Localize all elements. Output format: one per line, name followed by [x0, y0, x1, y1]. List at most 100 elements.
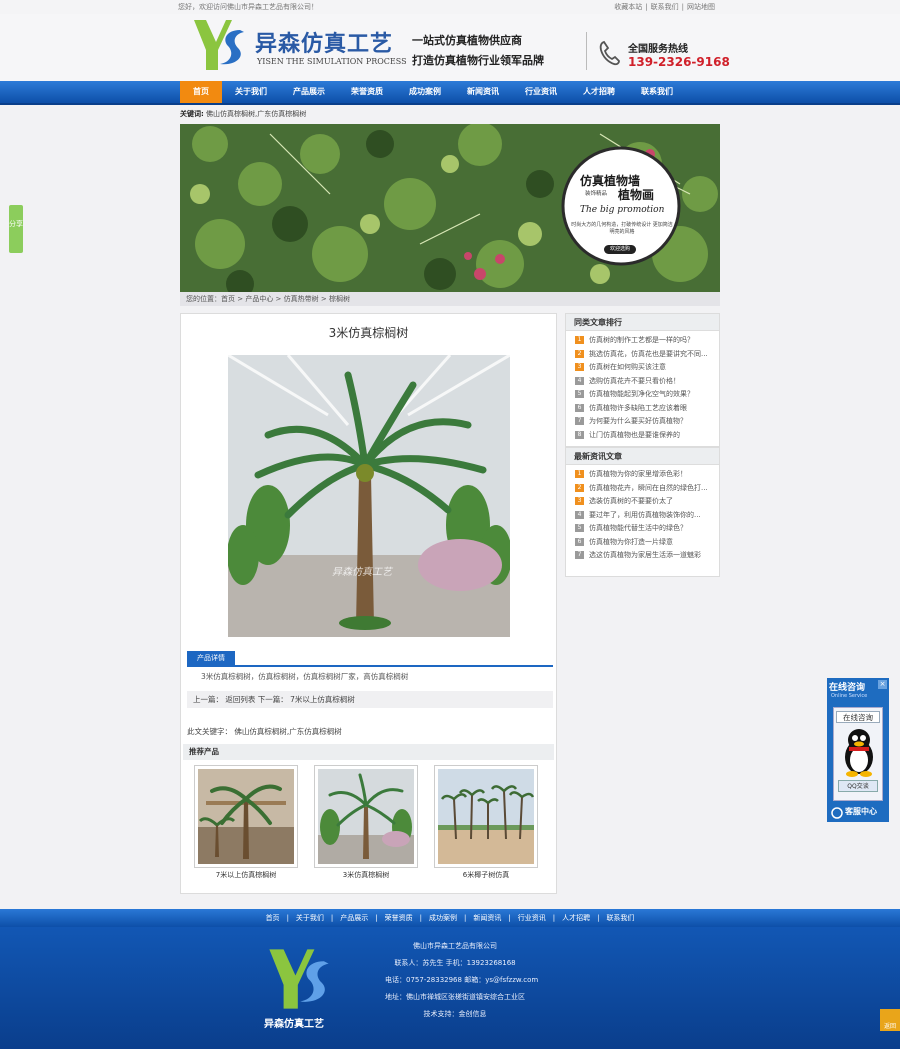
recommended-product-name[interactable]: 7米以上仿真棕榈树 — [194, 870, 298, 880]
nav-item-industry[interactable]: 行业资讯 — [512, 81, 570, 103]
hero-banner[interactable]: 仿真植物墙 装饰精品 植物画 The big promotion 时尚大方的几何… — [180, 124, 720, 292]
hot-article-link[interactable]: 让门仿真植物也是要谁保养的 — [589, 431, 680, 439]
nav-item-cases[interactable]: 成功案例 — [396, 81, 454, 103]
footer-nav-item-about[interactable]: 关于我们 — [289, 914, 331, 922]
recommended-product-card[interactable] — [314, 765, 418, 868]
logo-name: 异森仿真工艺 — [255, 31, 394, 57]
nav-item-news[interactable]: 新闻资讯 — [454, 81, 512, 103]
rank-badge: 1 — [575, 470, 584, 478]
hot-article-item[interactable]: 6 仿真植物许多缺陷工艺应该着眼 — [575, 402, 713, 416]
recommended-product-image — [318, 769, 414, 864]
hot-article-item[interactable]: 3 仿真树在如何购买该注意 — [575, 361, 713, 375]
recommended-product-name[interactable]: 3米仿真棕榈树 — [314, 870, 418, 880]
news-article-item[interactable]: 5 仿真植物能代替生活中的绿色？ — [575, 522, 713, 536]
footer-nav-item-products[interactable]: 产品展示 — [333, 914, 375, 922]
hot-article-link[interactable]: 仿真树在如何购买该注意 — [589, 363, 666, 371]
nav-item-jobs[interactable]: 人才招聘 — [570, 81, 628, 103]
contact-link[interactable]: 联系我们 — [648, 3, 682, 11]
recommended-product-name[interactable]: 6米椰子树仿真 — [434, 870, 538, 880]
nav-item-about[interactable]: 关于我们 — [222, 81, 280, 103]
recommended-product-card[interactable] — [194, 765, 298, 868]
latest-news-panel: 最新资讯文章 1 仿真植物为你的家里增添色彩！ 2 仿真植物花卉，瞬间在自然的绿色打.… — [565, 447, 720, 577]
penguin-icon — [845, 729, 873, 777]
recommended-product-card[interactable] — [434, 765, 538, 868]
hot-article-link[interactable]: 仿真植物许多缺陷工艺应该着眼 — [589, 404, 687, 412]
image-watermark: 异森仿真工艺 — [332, 567, 392, 578]
footer-nav-item-contact[interactable]: 联系我们 — [599, 914, 641, 922]
footer-company-name: 佛山市异森工艺品有限公司 — [413, 942, 497, 950]
news-article-item[interactable]: 7 选这仿真植物为家居生活添一道魅彩 — [575, 549, 713, 563]
product-image[interactable]: 异森仿真工艺 — [228, 355, 510, 637]
footer-nav-item-industry[interactable]: 行业资讯 — [511, 914, 553, 922]
rank-badge: 3 — [575, 497, 584, 505]
news-article-item[interactable]: 4 要过年了，利用仿真植物装饰你的... — [575, 509, 713, 523]
footer-address: 地址：佛山市禅城区张槎街道镇安综合工业区 — [385, 993, 525, 1001]
hot-article-item[interactable]: 4 选购仿真花卉不要只看价格！ — [575, 375, 713, 389]
rank-badge: 3 — [575, 363, 584, 371]
nav-item-products[interactable]: 产品展示 — [280, 81, 338, 103]
bookmark-link[interactable]: 收藏本站 — [611, 3, 645, 11]
banner-title-2: 植物画 — [618, 188, 655, 202]
rank-badge: 2 — [575, 483, 584, 492]
palm-tree-photo — [228, 355, 510, 637]
news-article-link[interactable]: 选这仿真植物为家居生活添一道魅彩 — [589, 551, 701, 559]
online-consult-label: 在线咨询 — [836, 711, 880, 723]
news-article-item[interactable]: 3 选装仿真树的不要要价太了 — [575, 495, 713, 509]
hot-article-link[interactable]: 选购仿真花卉不要只看价格！ — [589, 377, 680, 385]
footer-nav-item-jobs[interactable]: 人才招聘 — [555, 914, 597, 922]
phone-icon — [599, 40, 620, 66]
close-icon[interactable]: × — [878, 680, 887, 689]
hot-article-item[interactable]: 5 仿真植物能起到净化空气的效果？ — [575, 388, 713, 402]
hot-articles-list: 1 仿真树的制作工艺都是一样的吗？ 2 挑选仿真花，仿真花也是要讲究不同... 3 仿真树… — [566, 331, 719, 446]
news-article-link[interactable]: 选装仿真树的不要要价太了 — [589, 497, 673, 505]
nav-item-honors[interactable]: 荣誉资质 — [338, 81, 396, 103]
news-article-item[interactable]: 2 仿真植物花卉，瞬间在自然的绿色打... — [575, 482, 713, 496]
rank-badge: 5 — [575, 524, 584, 532]
back-to-top-button[interactable]: 返回 — [880, 1009, 900, 1031]
hot-articles-panel: 同类文章排行 1 仿真树的制作工艺都是一样的吗？ 2 挑选仿真花，仿真花也是要讲究不同… — [565, 313, 720, 447]
hotline-label: 全国服务热线 — [628, 44, 688, 55]
footer-nav-item-cases[interactable]: 成功案例 — [422, 914, 464, 922]
prev-next-links[interactable]: 上一篇： 返回列表 下一篇： 7米以上仿真棕榈树 — [187, 691, 553, 708]
nav-item-home[interactable]: 首页 — [180, 81, 222, 103]
top-bar: 您好，欢迎访问佛山市异森工艺品有限公司！ 收藏本站 | 联系我们 | 网站地图 — [0, 0, 900, 14]
online-service-widget: 在线咨询 × Online Service 在线咨询 QQ交谈 客服中心 — [827, 678, 889, 822]
hot-article-link[interactable]: 仿真树的制作工艺都是一样的吗？ — [589, 336, 694, 344]
rank-badge: 2 — [575, 349, 584, 358]
keyword-value[interactable]: 佛山仿真棕榈树,广东仿真棕榈树 — [206, 110, 306, 118]
logo-icon[interactable] — [192, 18, 246, 72]
sitemap-link[interactable]: 网站地图 — [684, 3, 718, 11]
news-article-link[interactable]: 仿真植物花卉，瞬间在自然的绿色打... — [589, 484, 708, 492]
hot-articles-title: 同类文章排行 — [566, 314, 719, 331]
hot-article-link[interactable]: 挑选仿真花，仿真花也是要讲究不同... — [589, 350, 708, 358]
keyword-bar: 关键词: 佛山仿真棕榈树,广东仿真棕榈树 — [180, 107, 720, 122]
customer-service-label: 客服中心 — [845, 807, 877, 816]
rank-badge: 5 — [575, 390, 584, 398]
hot-article-item[interactable]: 1 仿真树的制作工艺都是一样的吗？ — [575, 334, 713, 348]
qq-chat-button[interactable]: QQ交谈 — [838, 780, 878, 792]
news-article-link[interactable]: 仿真植物能代替生活中的绿色？ — [589, 524, 687, 532]
footer-nav-item-news[interactable]: 新闻资讯 — [466, 914, 508, 922]
news-article-link[interactable]: 仿真植物为你的家里增添色彩！ — [589, 470, 687, 478]
news-article-item[interactable]: 6 仿真植物为你打造一片绿意 — [575, 536, 713, 550]
breadcrumb[interactable]: 您的位置：首页 > 产品中心 > 仿真热带树 > 棕榈树 — [180, 292, 720, 306]
tab-product-detail[interactable]: 产品详情 — [187, 651, 235, 665]
hot-article-link[interactable]: 为何要为什么要买好仿真植物？ — [589, 417, 687, 425]
footer-tech-support: 技术支持：金创信息 — [423, 1010, 487, 1018]
hot-article-item[interactable]: 7 为何要为什么要买好仿真植物？ — [575, 415, 713, 429]
header-divider — [586, 32, 587, 70]
footer-nav-item-home[interactable]: 首页 — [259, 914, 287, 922]
news-article-link[interactable]: 仿真植物为你打造一片绿意 — [589, 538, 673, 546]
hot-article-item[interactable]: 8 让门仿真植物也是要谁保养的 — [575, 429, 713, 443]
banner-shop-button[interactable]: 欢迎选购 — [604, 245, 636, 254]
article-keywords: 此文关键字： 佛山仿真棕榈树,广东仿真棕榈树 — [187, 727, 342, 736]
nav-item-contact[interactable]: 联系我们 — [628, 81, 686, 103]
news-article-item[interactable]: 1 仿真植物为你的家里增添色彩！ — [575, 468, 713, 482]
share-side-tab[interactable]: 分享 — [9, 205, 23, 253]
hot-article-item[interactable]: 2 挑选仿真花，仿真花也是要讲究不同... — [575, 348, 713, 362]
footer-contact-person: 联系人：苏先生 手机：13923268168 — [394, 959, 516, 967]
news-article-link[interactable]: 要过年了，利用仿真植物装饰你的... — [589, 511, 701, 519]
welcome-text: 您好，欢迎访问佛山市异森工艺品有限公司！ — [178, 3, 318, 11]
hot-article-link[interactable]: 仿真植物能起到净化空气的效果？ — [589, 390, 694, 398]
footer-nav-item-honors[interactable]: 荣誉资质 — [378, 914, 420, 922]
